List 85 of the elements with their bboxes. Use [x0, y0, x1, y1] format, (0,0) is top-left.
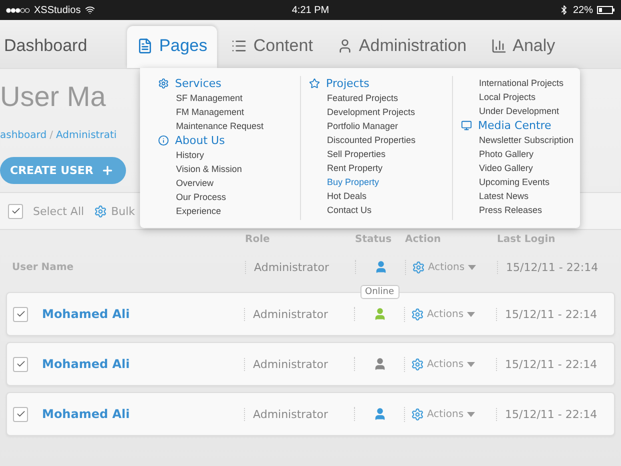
page-title: User Ma: [0, 81, 106, 113]
menu-item[interactable]: Photo Gallery: [461, 147, 574, 161]
row-checkbox[interactable]: [13, 356, 28, 372]
role-cell: Administrator: [244, 408, 354, 420]
last-login-cell: 15/12/11 - 22:14: [496, 358, 608, 370]
battery-icon: [597, 6, 615, 14]
menu-item[interactable]: International Projects: [461, 76, 574, 90]
menu-item[interactable]: Hot Deals: [309, 189, 444, 203]
info-icon: [158, 135, 169, 146]
menu-item[interactable]: Sell Properties: [309, 147, 444, 161]
clock-time: 4:21 PM: [292, 4, 330, 16]
last-login-cell: 15/12/11 - 22:14: [496, 408, 608, 420]
menu-item[interactable]: Overview: [158, 176, 292, 190]
breadcrumb-separator: /: [50, 130, 53, 140]
menu-group-title[interactable]: About Us: [175, 134, 225, 147]
menu-item[interactable]: FM Management: [158, 105, 292, 119]
star-icon: [309, 78, 320, 89]
gear-icon: [411, 358, 424, 370]
role-cell: Administrator: [244, 358, 354, 370]
status-tooltip: Online: [360, 285, 400, 299]
bar-chart-icon: [490, 38, 507, 54]
menu-item[interactable]: Latest News: [461, 189, 574, 203]
nav-tab[interactable]: Content: [221, 26, 323, 68]
column-heading: Status: [355, 234, 393, 244]
menu-item[interactable]: Portfolio Manager: [309, 119, 444, 133]
menu-item[interactable]: History: [158, 148, 292, 162]
menu-item[interactable]: Maintenance Request: [158, 119, 292, 133]
check-icon: [16, 359, 26, 369]
menu-group-title[interactable]: Media Centre: [478, 119, 552, 132]
caret-icon: [466, 312, 475, 316]
caret-icon: [466, 412, 475, 416]
list-icon: [231, 38, 248, 54]
menu-group-title[interactable]: Projects: [326, 77, 370, 90]
gear-icon: [411, 408, 424, 420]
menu-item[interactable]: Development Projects: [309, 105, 444, 119]
column-heading: User Name: [12, 262, 75, 272]
select-all-label: Select All: [33, 204, 84, 218]
menu-item[interactable]: Our Process: [158, 190, 292, 204]
menu-item[interactable]: Press Releases: [461, 203, 574, 217]
menu-item[interactable]: Local Projects: [461, 90, 574, 104]
check-icon: [16, 309, 26, 319]
menu-item[interactable]: Vision & Mission: [158, 162, 292, 176]
carrier-name: XSStudios: [34, 4, 81, 16]
menu-item[interactable]: Featured Projects: [309, 91, 444, 105]
menu-item[interactable]: Discounted Properties: [309, 133, 444, 147]
gear-icon: [411, 308, 424, 320]
menu-item[interactable]: Buy Property: [309, 175, 444, 189]
menu-item[interactable]: Upcoming Events: [461, 175, 574, 189]
menu-item[interactable]: Newsletter Subscription: [461, 133, 574, 147]
select-all-checkbox[interactable]: [8, 204, 23, 218]
menu-item[interactable]: Under Development: [461, 104, 574, 118]
bluetooth-icon: [558, 5, 569, 15]
user-icon: [336, 38, 353, 54]
column-heading: Last Login: [497, 234, 556, 244]
menu-item[interactable]: Video Gallery: [461, 161, 574, 175]
last-login-cell: 15/12/11 - 22:14: [496, 308, 608, 320]
role-cell: Administrator: [245, 260, 355, 274]
battery-percent: 22%: [572, 4, 593, 16]
check-icon: [16, 409, 26, 419]
dashboard-link[interactable]: Dashboard: [0, 36, 124, 68]
row-checkbox[interactable]: [13, 406, 28, 422]
menu-item[interactable]: Experience: [158, 204, 292, 218]
gear-icon: [94, 204, 108, 218]
row-checkbox[interactable]: [13, 306, 28, 322]
gear-icon: [158, 78, 169, 89]
menu-item[interactable]: Contact Us: [309, 203, 444, 217]
column-heading: Action: [405, 234, 442, 244]
menu-group-title[interactable]: Services: [175, 77, 222, 90]
nav-tab[interactable]: Pages: [127, 26, 218, 68]
menu-item[interactable]: SF Management: [158, 91, 292, 105]
nav-tab[interactable]: Administration: [326, 26, 477, 68]
nav-tab[interactable]: Analy: [480, 26, 566, 68]
role-cell: Administrator: [244, 308, 354, 320]
caret-icon: [466, 362, 475, 366]
caret-icon: [468, 264, 476, 270]
wifi-icon: [84, 5, 95, 15]
menu-item[interactable]: Rent Property: [309, 161, 444, 175]
column-heading: Role: [245, 234, 271, 244]
monitor-icon: [461, 120, 472, 131]
page-icon: [137, 38, 154, 54]
last-login-cell: 15/12/11 - 22:14: [497, 260, 609, 274]
check-icon: [10, 206, 20, 216]
plus-icon: [101, 164, 114, 177]
signal-icon: [6, 8, 30, 12]
gear-icon: [412, 260, 425, 274]
